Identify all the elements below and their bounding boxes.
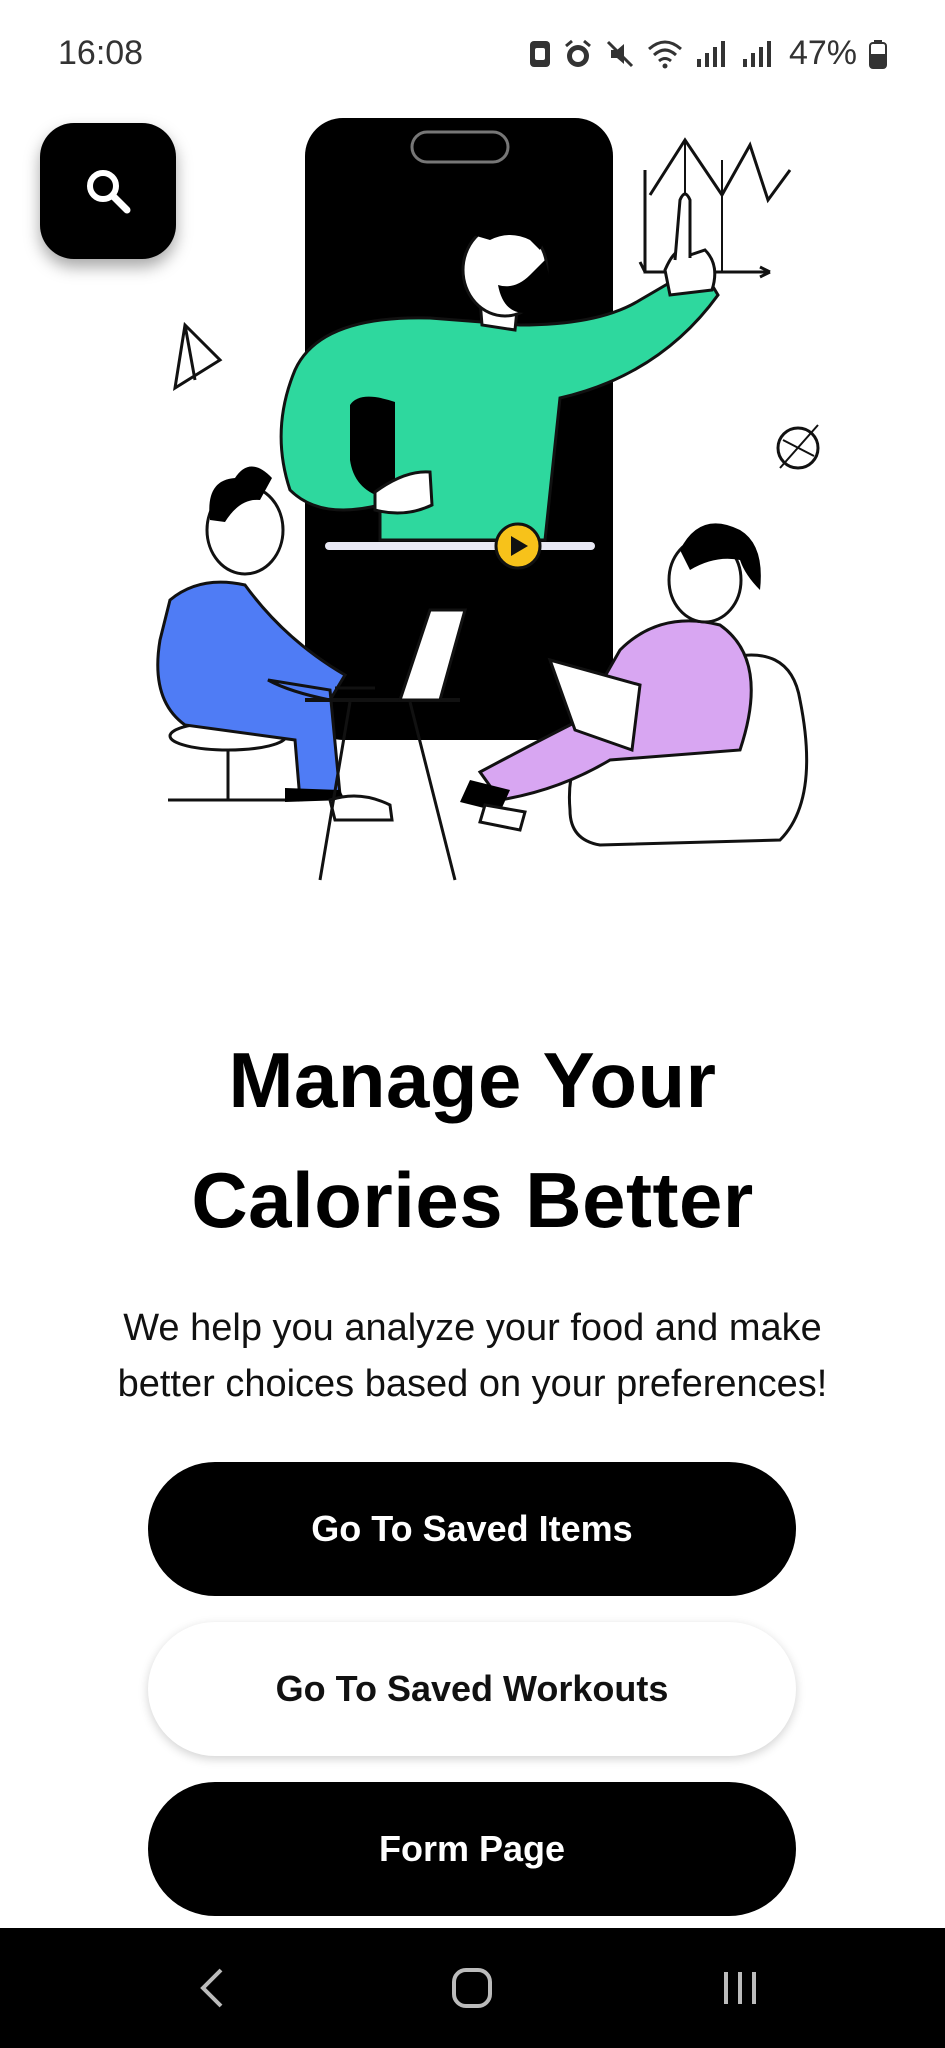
status-bar: 16:08 47% bbox=[0, 0, 945, 110]
status-icons: 47% bbox=[529, 34, 887, 73]
signal-icon bbox=[696, 40, 725, 67]
wifi-icon bbox=[647, 40, 682, 68]
title-line-2: Calories Better bbox=[191, 1156, 754, 1244]
sim-icon bbox=[529, 40, 550, 67]
system-nav-bar bbox=[0, 1928, 945, 2048]
nav-recents-button[interactable] bbox=[640, 1928, 840, 2048]
subtitle-line-2: better choices based on your preferences… bbox=[117, 1363, 828, 1405]
form-page-button[interactable]: Form Page bbox=[148, 1782, 796, 1916]
mute-icon bbox=[606, 40, 633, 67]
battery-icon bbox=[869, 39, 887, 69]
nav-home-button[interactable] bbox=[372, 1928, 572, 2048]
title-line-1: Manage Your bbox=[228, 1036, 717, 1124]
recents-icon bbox=[724, 1972, 756, 2004]
signal-icon bbox=[742, 40, 771, 67]
saved-items-button[interactable]: Go To Saved Items bbox=[148, 1462, 796, 1596]
back-icon bbox=[200, 1968, 223, 2008]
home-icon bbox=[452, 1968, 492, 2008]
status-time: 16:08 bbox=[58, 34, 144, 72]
subtitle-line-1: We help you analyze your food and make bbox=[123, 1307, 822, 1349]
page-subtitle: We help you analyze your food and make b… bbox=[60, 1300, 885, 1412]
nav-back-button[interactable] bbox=[112, 1928, 312, 2048]
search-icon bbox=[87, 170, 131, 214]
search-button[interactable] bbox=[40, 123, 176, 259]
alarm-icon bbox=[564, 39, 591, 67]
saved-workouts-button[interactable]: Go To Saved Workouts bbox=[148, 1622, 796, 1756]
page-title: Manage Your Calories Better bbox=[0, 1020, 945, 1260]
battery-percent: 47% bbox=[788, 34, 857, 72]
